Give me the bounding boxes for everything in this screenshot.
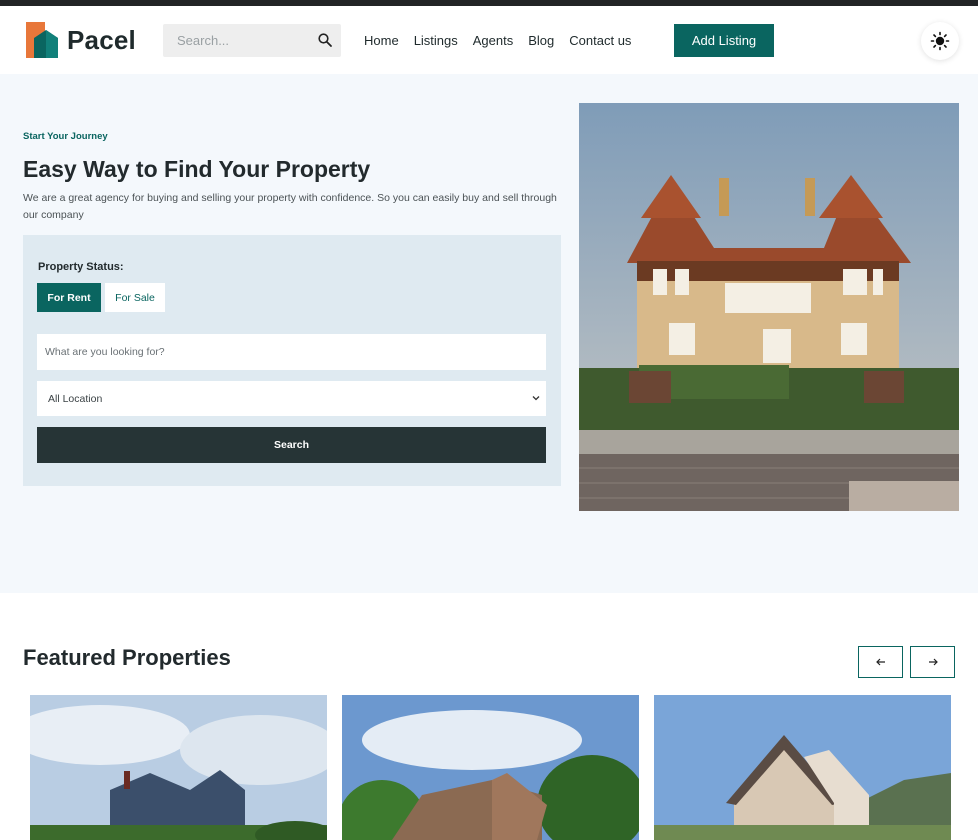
sun-icon xyxy=(930,31,950,51)
brand-logo[interactable]: Pacel xyxy=(24,20,144,60)
property-card-image[interactable] xyxy=(342,695,639,840)
search-icon[interactable] xyxy=(317,32,333,48)
location-select-value: All Location xyxy=(48,392,103,405)
property-status-label: Property Status: xyxy=(38,261,124,273)
property-card-image[interactable] xyxy=(654,695,951,840)
logo-icon xyxy=(26,22,58,58)
hero-description: We are a great agency for buying and sel… xyxy=(23,192,557,221)
search-input[interactable] xyxy=(163,24,303,57)
hero-section: Start Your Journey Easy Way to Find Your… xyxy=(0,74,978,593)
chevron-down-icon xyxy=(532,396,540,401)
featured-prev-button[interactable] xyxy=(858,646,903,678)
header-search xyxy=(163,24,341,57)
featured-title: Featured Properties xyxy=(23,645,231,670)
property-search-panel: Property Status: For Rent For Sale All L… xyxy=(23,235,561,486)
nav-agents[interactable]: Agents xyxy=(473,33,513,48)
nav-listings[interactable]: Listings xyxy=(414,33,458,48)
tab-for-sale[interactable]: For Sale xyxy=(105,283,165,312)
nav-home[interactable]: Home xyxy=(364,33,399,48)
site-header: Pacel Home Listings Agents Blog Contact … xyxy=(0,6,978,74)
property-card-image[interactable] xyxy=(30,695,327,840)
featured-next-button[interactable] xyxy=(910,646,955,678)
location-select[interactable]: All Location xyxy=(37,381,546,416)
tab-for-rent[interactable]: For Rent xyxy=(37,283,101,312)
keyword-input[interactable] xyxy=(37,334,546,370)
hero-property-image xyxy=(579,103,959,511)
arrow-right-icon xyxy=(928,658,938,666)
nav-blog[interactable]: Blog xyxy=(528,33,554,48)
add-listing-button[interactable]: Add Listing xyxy=(674,24,774,57)
theme-toggle-button[interactable] xyxy=(921,22,959,60)
nav-contact[interactable]: Contact us xyxy=(569,33,631,48)
hero-eyebrow: Start Your Journey xyxy=(23,131,108,142)
search-submit-button[interactable]: Search xyxy=(37,427,546,463)
arrow-left-icon xyxy=(875,658,885,666)
main-nav: Home Listings Agents Blog Contact us xyxy=(364,33,646,48)
brand-name: Pacel xyxy=(67,25,136,55)
hero-title: Easy Way to Find Your Property xyxy=(23,156,371,182)
